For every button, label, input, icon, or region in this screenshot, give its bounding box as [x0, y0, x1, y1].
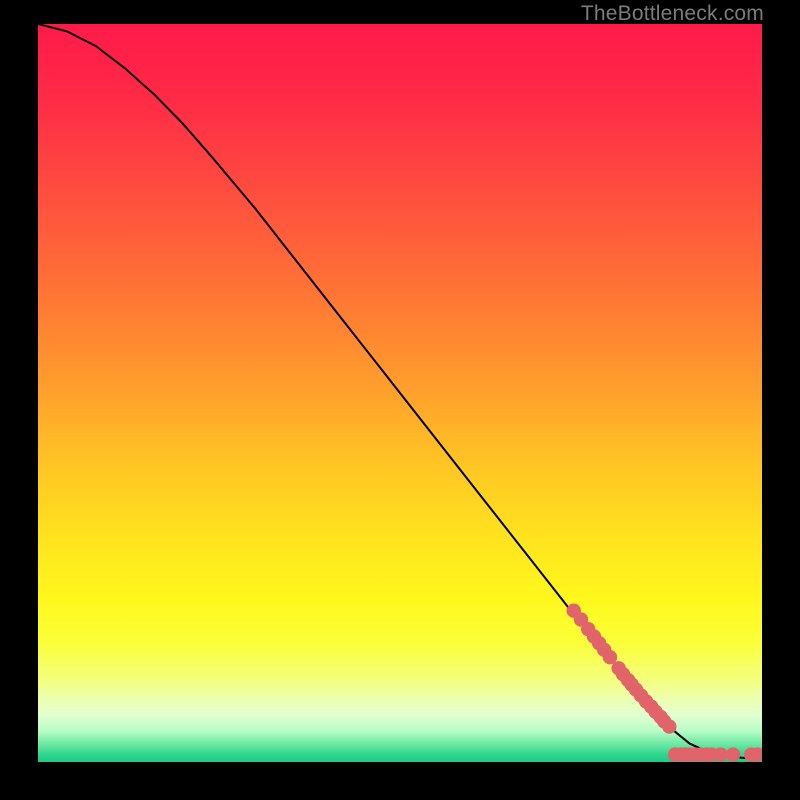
scatter-point [714, 747, 728, 761]
scatter-point [726, 747, 740, 761]
watermark-text: TheBottleneck.com [581, 2, 764, 26]
scatter-layer [38, 24, 762, 762]
chart-stage: TheBottleneck.com [0, 0, 800, 800]
plot-area [38, 24, 762, 762]
scatter-point [662, 719, 676, 733]
